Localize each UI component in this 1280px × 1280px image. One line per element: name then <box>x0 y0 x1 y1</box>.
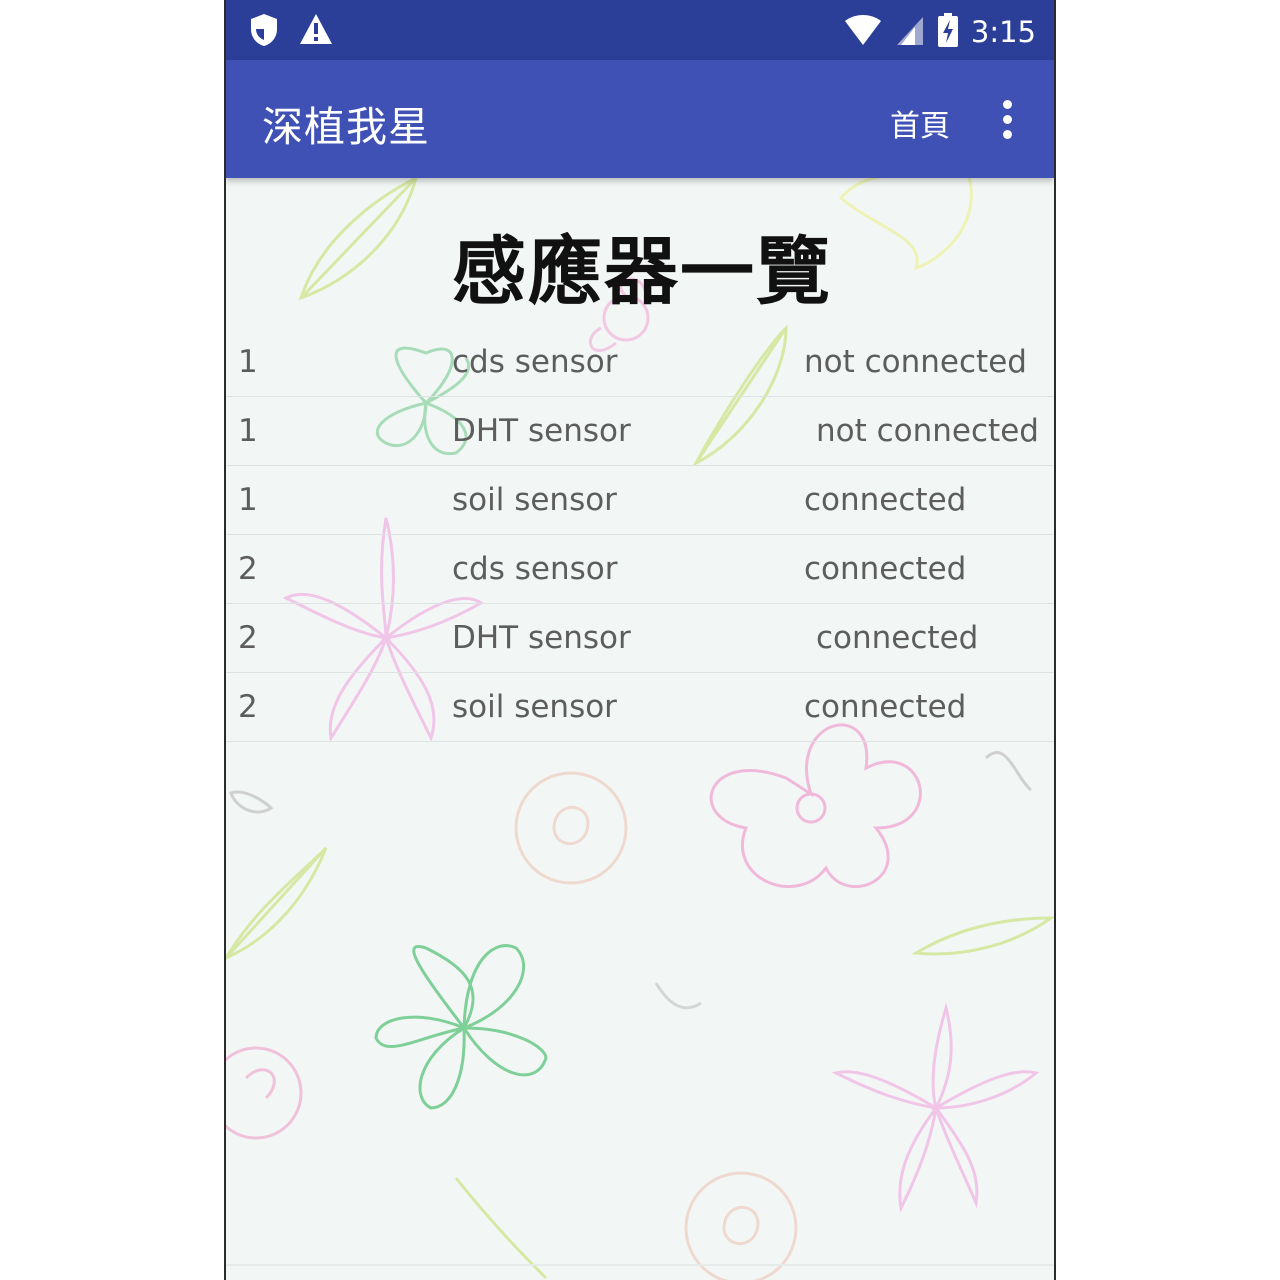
sensor-list: 1 cds sensor not connected 1 DHT sensor … <box>226 328 1054 742</box>
sensor-name: DHT sensor <box>452 620 631 656</box>
bottom-divider <box>226 1264 1054 1266</box>
sensor-status: connected <box>804 551 967 587</box>
sensor-name: cds sensor <box>452 344 618 380</box>
list-item[interactable]: 2 DHT sensor connected <box>226 604 1054 673</box>
sensor-name: cds sensor <box>452 551 618 587</box>
list-item[interactable]: 1 cds sensor not connected <box>226 328 1054 397</box>
sensor-status: connected <box>804 482 967 518</box>
wifi-icon <box>843 13 883 51</box>
sensor-name: soil sensor <box>452 482 617 518</box>
sensor-id: 2 <box>238 620 258 656</box>
app-bar: 深植我星 首頁 <box>226 60 1054 178</box>
app-title: 深植我星 <box>262 103 430 151</box>
list-item[interactable]: 2 soil sensor connected <box>226 673 1054 742</box>
home-button[interactable]: 首頁 <box>890 101 950 145</box>
sensor-id: 1 <box>238 482 258 518</box>
more-vert-icon[interactable] <box>1000 100 1014 140</box>
sensor-id: 2 <box>238 551 258 587</box>
sensor-id: 2 <box>238 689 258 725</box>
status-bar: 3:15 <box>226 0 1054 60</box>
warning-icon <box>298 12 334 52</box>
shield-icon <box>248 12 280 52</box>
page-title: 感應器一覽 <box>452 229 832 315</box>
sensor-status: connected <box>804 689 967 725</box>
signal-icon <box>895 13 925 51</box>
sensor-id: 1 <box>238 344 258 380</box>
list-item[interactable]: 2 cds sensor connected <box>226 535 1054 604</box>
list-item[interactable]: 1 DHT sensor not connected <box>226 397 1054 466</box>
sensor-id: 1 <box>238 413 258 449</box>
phone-screen: 3:15 深植我星 首頁 感應器一覽 1 cds sensor not conn… <box>224 0 1056 1280</box>
sensor-status: not connected <box>816 413 1039 449</box>
sensor-name: DHT sensor <box>452 413 631 449</box>
sensor-name: soil sensor <box>452 689 617 725</box>
sensor-status: connected <box>816 620 979 656</box>
list-item[interactable]: 1 soil sensor connected <box>226 466 1054 535</box>
battery-charging-icon <box>937 12 959 52</box>
sensor-status: not connected <box>804 344 1027 380</box>
status-time: 3:15 <box>970 15 1036 49</box>
